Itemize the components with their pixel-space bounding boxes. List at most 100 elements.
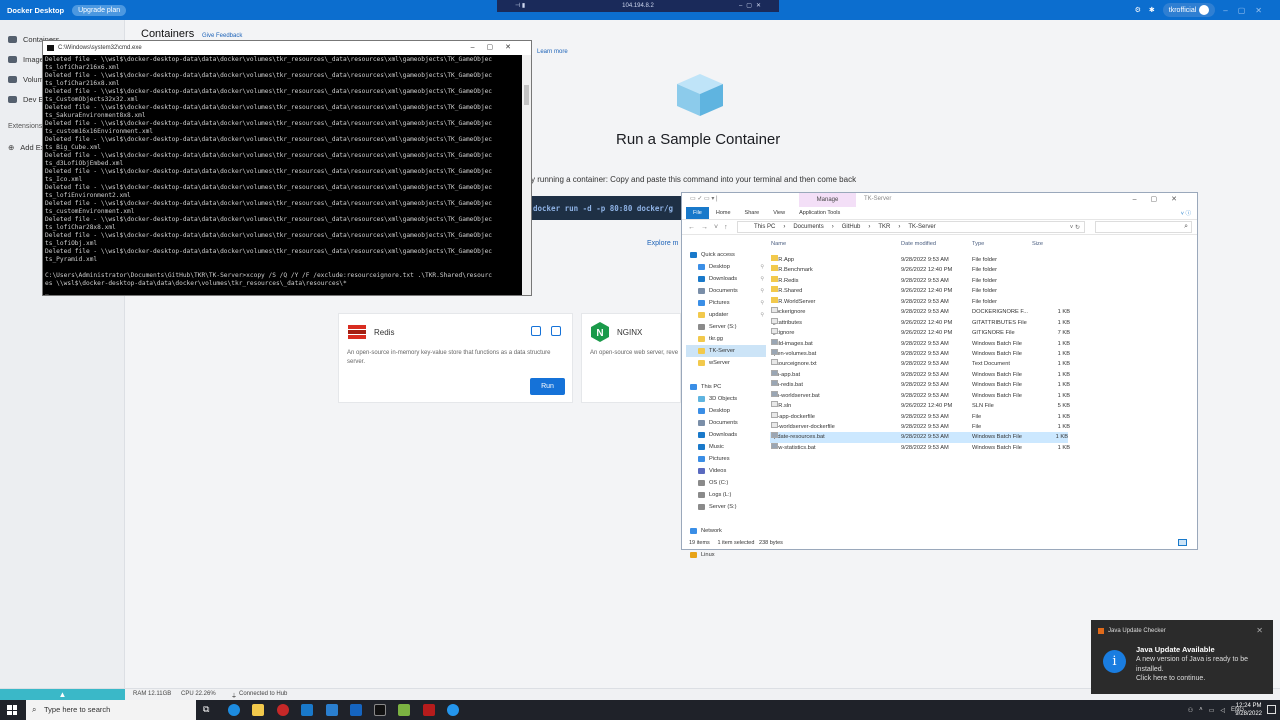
nav-arrows-icon[interactable]: ←→˅↑ [682,224,737,231]
column-size[interactable]: Size [1032,241,1043,247]
nav-item[interactable]: Server (S:) [686,321,766,333]
file-row[interactable]: run-app.bat 9/28/2022 9:53 AM Windows Batc… [770,369,1070,380]
search-input[interactable]: ⌕ [1095,221,1192,233]
external-link-icon[interactable] [531,326,541,336]
app-icon[interactable] [398,704,410,716]
nav-item[interactable]: Documents ⚲ [686,285,766,297]
learn-more-link[interactable]: Learn more [537,49,568,55]
clock[interactable]: 12:24 PM 9/28/2022 [1235,702,1262,718]
file-row[interactable]: TKR.Benchmark 9/26/2022 12:40 PM File fold… [770,265,1070,275]
start-button[interactable] [7,705,17,715]
help-icon[interactable]: ˅ ⓘ [1181,209,1191,217]
nav-item[interactable]: Videos [686,465,766,477]
explorer-window-controls[interactable]: –▢✕ [1133,195,1191,203]
nav-item[interactable]: wServer [686,357,766,369]
breadcrumb[interactable]: TK-Server [908,224,935,230]
file-row[interactable]: .dockerignore 9/28/2022 9:53 AM DOCKERIGNO… [770,307,1070,317]
people-icon[interactable]: ⚇ [1188,707,1193,714]
details-view-icon[interactable] [1178,539,1187,546]
network-icon[interactable]: ▭ [1209,707,1215,714]
nav-item[interactable]: Logs (L:) [686,489,766,501]
redis-card[interactable]: Redis An open-source in-memory key-value… [338,313,573,403]
file-row[interactable]: .gitattributes 9/26/2022 12:40 PM GITATTRI… [770,317,1070,328]
file-row[interactable]: open-volumes.bat 9/28/2022 9:53 AM Windows… [770,348,1070,359]
tab-file[interactable]: File [686,207,709,219]
app-icon[interactable] [326,704,338,716]
breadcrumb[interactable]: GitHub [842,224,861,230]
nav-item[interactable]: Downloads [686,429,766,441]
nav-item[interactable]: Server (S:) [686,501,766,513]
rdp-window-controls[interactable]: –▢✕ [739,0,765,12]
remote-desktop-bar[interactable]: ⊣ ▮ 104.194.8.2 –▢✕ [497,0,779,12]
edge-icon[interactable] [228,704,240,716]
file-row[interactable]: TKR.Redis 9/28/2022 9:53 AM File folder [770,275,1070,286]
user-menu[interactable]: tkrofficial [1162,3,1216,17]
breadcrumb[interactable]: This PC [754,224,775,230]
navigation-pane[interactable]: Quick access Desktop ⚲ Downloads ⚲ Documents ⚲… [686,249,766,558]
tab-home[interactable]: Home [709,210,738,216]
tab-manage[interactable]: Manage [799,193,856,207]
nav-item[interactable]: Network [686,525,766,537]
volume-icon[interactable]: ◁ [1220,707,1225,714]
file-row[interactable]: tkr-worldserver-dockerfile 9/28/2022 9:53… [770,422,1070,432]
file-row[interactable]: update-resources.bat 9/28/2022 9:53 AM Win… [770,432,1068,443]
toast-action[interactable]: Click here to continue. [1136,674,1261,684]
column-type[interactable]: Type [972,241,984,247]
file-row[interactable]: tkr-app-dockerfile 9/28/2022 9:53 AM File 1… [770,411,1070,422]
file-list[interactable]: Name Date modified Type Size TKR.App 9/28… [770,241,1070,453]
breadcrumb[interactable]: Documents [793,224,823,230]
cmd-window-controls[interactable]: –▢✕ [471,43,523,51]
nav-item[interactable]: Pictures [686,453,766,465]
nav-item[interactable]: This PC [686,381,766,393]
pin-icon[interactable]: ⊣ ▮ [515,0,525,12]
nav-item[interactable]: TK-Server [686,345,766,357]
nav-item[interactable]: Quick access [686,249,766,261]
file-row[interactable]: run-redis.bat 9/28/2022 9:53 AM Windows Ba… [770,380,1070,390]
nav-item[interactable]: tkr.gg [686,333,766,345]
explorer-titlebar[interactable]: ▭ ✓ ▭ ▾ | Manage TK-Server –▢✕ [682,193,1197,207]
nginx-card[interactable]: N NGINX An open-source web server, reve [581,313,681,403]
file-row[interactable]: TKR.WorldServer 9/28/2022 9:53 AM File fol… [770,296,1070,307]
tab-view[interactable]: View [766,210,792,216]
toast-message[interactable]: A new version of Java is ready to be ins… [1136,655,1261,684]
file-row[interactable]: TKR.Shared 9/26/2022 12:40 PM File folder [770,286,1070,296]
run-button[interactable]: Run [530,378,565,395]
nav-item[interactable]: updater ⚲ [686,309,766,321]
tab-share[interactable]: Share [738,210,767,216]
terminal-icon[interactable] [374,704,386,716]
address-bar[interactable]: This PC › Documents › GitHub › TKR › TK-Serv… [737,221,1085,233]
quick-access-toolbar-icon[interactable]: ▭ ✓ ▭ ▾ | [690,195,718,202]
file-row[interactable]: resourceignore.txt 9/28/2022 9:53 AM Text … [770,359,1070,369]
nav-item[interactable]: 3D Objects [686,393,766,405]
cmd-scrollbar[interactable] [522,55,531,295]
cmd-titlebar[interactable]: C:\Windows\system32\cmd.exe –▢✕ [43,41,531,55]
notification-center-icon[interactable] [1267,705,1276,714]
task-view-icon[interactable]: ⧉ [203,704,215,716]
column-name[interactable]: Name [771,241,786,247]
nav-item[interactable]: OS (C:) [686,477,766,489]
close-icon[interactable]: ✕ [1256,626,1263,635]
nav-item[interactable]: Music [686,441,766,453]
app-icon[interactable] [301,704,313,716]
file-explorer-icon[interactable] [252,704,264,716]
file-row[interactable]: TKR.App 9/28/2022 9:53 AM File folder [770,255,1070,265]
nav-item[interactable]: Documents [686,417,766,429]
nav-item[interactable]: Downloads ⚲ [686,273,766,285]
nav-item[interactable]: Desktop ⚲ [686,261,766,273]
refresh-icon[interactable]: ˅ ↻ [1070,224,1080,231]
cmd-window[interactable]: C:\Windows\system32\cmd.exe –▢✕ Deleted … [42,40,532,296]
file-row[interactable]: TKR.sln 9/26/2022 12:40 PM SLN File 5 KB [770,401,1070,411]
docker-icon[interactable] [447,704,459,716]
file-row[interactable]: .gitignore 9/26/2022 12:40 PM GITIGNORE Fi… [770,328,1070,338]
file-row[interactable]: build-images.bat 9/28/2022 9:53 AM Windows… [770,338,1070,349]
file-row[interactable]: run-worldserver.bat 9/28/2022 9:53 AM Wind… [770,390,1070,401]
scroll-thumb[interactable] [524,85,529,105]
nav-item[interactable]: Linux [686,549,766,561]
give-feedback-link[interactable]: Give Feedback [202,33,242,39]
taskbar-search[interactable]: ⌕ Type here to search [26,700,196,720]
nav-item[interactable]: Pictures ⚲ [686,297,766,309]
sample-command[interactable]: docker run -d -p 80:80 docker/g [531,196,681,220]
column-date[interactable]: Date modified [901,241,936,247]
shield-icon[interactable] [423,704,435,716]
chevron-up-icon[interactable]: ˄ [1199,707,1203,713]
